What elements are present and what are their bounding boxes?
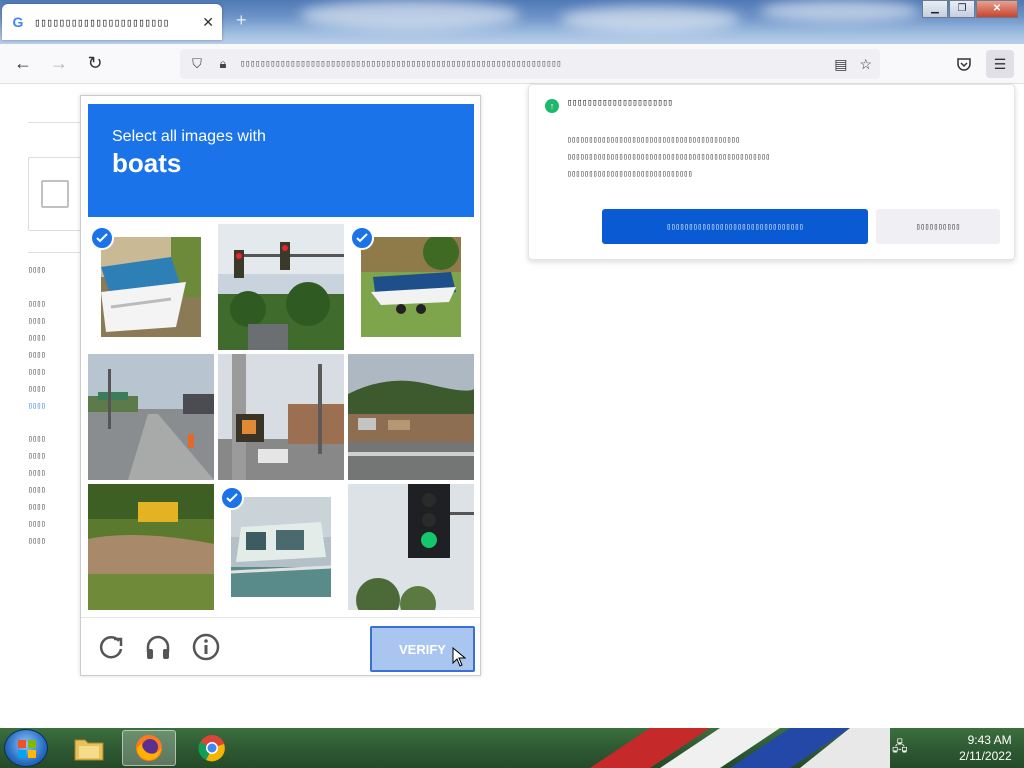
browser-titlebar: G ▯▯▯▯▯▯▯▯▯▯▯▯▯▯▯▯▯▯▯▯▯▯ ✕ + ▁ ❐ ✕	[0, 0, 1024, 44]
google-favicon-icon: G	[12, 14, 24, 30]
divider	[28, 252, 80, 253]
captcha-tile-boat-trailer[interactable]	[348, 224, 474, 350]
selected-check-icon	[220, 486, 244, 510]
captcha-instruction: Select all images with	[112, 128, 266, 145]
recaptcha-checkbox[interactable]	[41, 180, 69, 208]
network-icon[interactable]: 🖧︎	[892, 736, 908, 760]
reload-icon[interactable]: ↻	[80, 49, 110, 79]
tab-title: ▯▯▯▯▯▯▯▯▯▯▯▯▯▯▯▯▯▯▯▯▯▯	[34, 15, 169, 29]
window-controls: ▁ ❐ ✕	[921, 0, 1018, 18]
captcha-target-word: boats	[112, 148, 182, 178]
info-icon[interactable]	[191, 632, 221, 662]
captcha-image-grid	[88, 224, 474, 610]
clock-time: 9:43 AM	[967, 733, 1012, 747]
captcha-tile-crosswalk-signal[interactable]	[218, 354, 344, 480]
tab-close-icon[interactable]: ✕	[202, 14, 214, 31]
captcha-tile-street[interactable]	[88, 354, 214, 480]
reload-challenge-icon[interactable]	[96, 632, 126, 662]
side-link[interactable]: ▯▯▯▯	[28, 397, 80, 414]
notification-primary-button[interactable]: ▯▯▯▯▯▯▯▯▯▯▯▯▯▯▯▯▯▯▯▯▯▯▯▯▯▯▯▯▯▯▯	[602, 209, 868, 244]
wallpaper-flag-decoration	[590, 728, 890, 768]
window-close-icon[interactable]: ✕	[976, 0, 1018, 18]
pocket-icon[interactable]	[950, 50, 978, 78]
new-tab-icon[interactable]: +	[236, 10, 247, 31]
side-text-block-2: ▯▯▯▯ ▯▯▯▯ ▯▯▯▯ ▯▯▯▯ ▯▯▯▯ ▯▯▯▯ ▯▯▯▯	[28, 295, 80, 414]
system-tray: 🖧︎ 9:43 AM 2/11/2022	[892, 728, 1024, 768]
audio-challenge-icon[interactable]	[143, 632, 173, 662]
update-arrow-icon: ↑	[545, 99, 559, 113]
notification-panel: ↑ ▯▯▯▯▯▯▯▯▯▯▯▯▯▯▯▯▯▯▯▯▯ ▯▯▯▯▯▯▯▯▯▯▯▯▯▯▯▯…	[528, 84, 1015, 260]
clock-date: 2/11/2022	[959, 749, 1012, 763]
taskbar: 🖧︎ 9:43 AM 2/11/2022	[0, 728, 1024, 768]
side-text-block-3: ▯▯▯▯ ▯▯▯▯ ▯▯▯▯ ▯▯▯▯ ▯▯▯▯ ▯▯▯▯ ▯▯▯▯	[28, 434, 46, 545]
bookmark-star-icon[interactable]: ☆	[859, 56, 872, 73]
captcha-tile-traffic-light[interactable]	[218, 224, 344, 350]
maximize-icon[interactable]: ❐	[949, 0, 975, 18]
captcha-footer: VERIFY	[81, 617, 480, 675]
selected-check-icon	[90, 226, 114, 250]
recaptcha-widget[interactable]	[28, 157, 88, 231]
notification-secondary-button[interactable]: ▯▯▯▯▯▯▯▯▯▯	[876, 209, 1000, 244]
file-explorer-icon[interactable]	[62, 730, 116, 766]
shield-icon[interactable]: ⛉	[188, 56, 206, 72]
notification-body: ▯▯▯▯▯▯▯▯▯▯▯▯▯▯▯▯▯▯▯▯▯▯▯▯▯▯▯▯▯▯▯▯▯▯▯▯▯▯▯▯…	[567, 135, 770, 178]
captcha-header: Select all images with boats	[88, 104, 474, 217]
chrome-icon[interactable]	[185, 730, 239, 766]
forward-arrow-icon[interactable]: →	[44, 49, 74, 79]
clock[interactable]: 9:43 AM 2/11/2022	[920, 732, 1012, 764]
captcha-tile-boat-covered[interactable]	[88, 224, 214, 350]
selected-check-icon	[350, 226, 374, 250]
back-arrow-icon[interactable]: ←	[8, 49, 38, 79]
captcha-challenge: Select all images with boats VERIFY	[80, 95, 481, 676]
url-text[interactable]: ▯▯▯▯▯▯▯▯▯▯▯▯▯▯▯▯▯▯▯▯▯▯▯▯▯▯▯▯▯▯▯▯▯▯▯▯▯▯▯▯…	[240, 59, 810, 69]
hamburger-menu-icon[interactable]: ☰	[986, 50, 1014, 78]
address-bar[interactable]: ⛉ 🔒︎ ▯▯▯▯▯▯▯▯▯▯▯▯▯▯▯▯▯▯▯▯▯▯▯▯▯▯▯▯▯▯▯▯▯▯▯…	[180, 49, 880, 79]
navigation-toolbar: ← → ↻ ⛉ 🔒︎ ▯▯▯▯▯▯▯▯▯▯▯▯▯▯▯▯▯▯▯▯▯▯▯▯▯▯▯▯▯…	[0, 44, 1024, 84]
reader-view-icon[interactable]: ▤	[834, 56, 847, 73]
captcha-tile-field-bus[interactable]	[88, 484, 214, 610]
captcha-tile-boat-deck[interactable]	[218, 484, 344, 610]
side-text-block-1: ▯▯▯▯	[28, 265, 46, 274]
mouse-cursor-icon	[452, 647, 466, 667]
divider	[28, 122, 80, 123]
firefox-icon[interactable]	[122, 730, 176, 766]
start-button[interactable]	[4, 729, 48, 767]
captcha-tile-town-street[interactable]	[348, 354, 474, 480]
browser-tab[interactable]: G ▯▯▯▯▯▯▯▯▯▯▯▯▯▯▯▯▯▯▯▯▯▯ ✕	[2, 4, 222, 40]
lock-icon[interactable]: 🔒︎	[214, 56, 232, 72]
notification-title: ▯▯▯▯▯▯▯▯▯▯▯▯▯▯▯▯▯▯▯▯▯	[567, 98, 673, 108]
minimize-icon[interactable]: ▁	[922, 0, 948, 18]
captcha-tile-green-traffic-light[interactable]	[348, 484, 474, 610]
